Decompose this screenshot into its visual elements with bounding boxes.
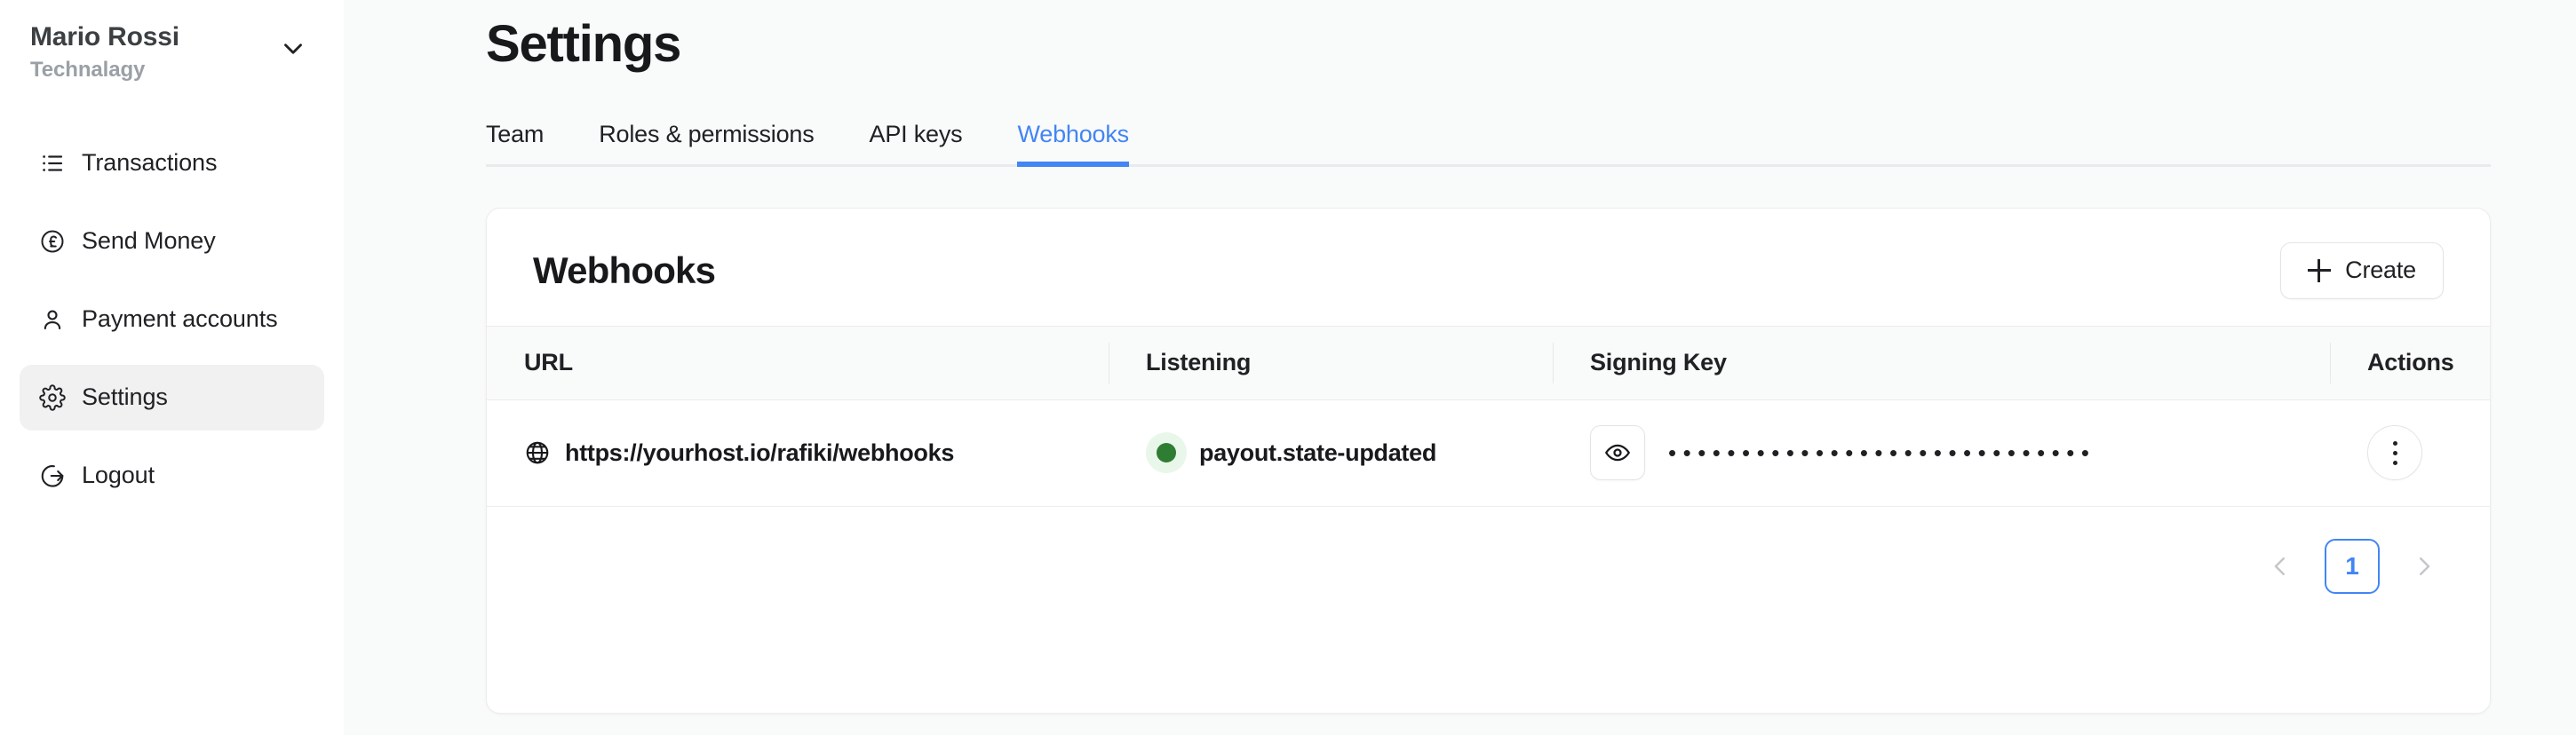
table-header-row: URL Listening Signing Key Actions — [487, 325, 2490, 400]
account-org: Technalagy — [30, 57, 146, 82]
kebab-menu-icon[interactable] — [2367, 425, 2422, 481]
eye-icon[interactable] — [1590, 425, 1645, 481]
list-icon — [39, 150, 66, 177]
create-button[interactable]: Create — [2280, 241, 2444, 299]
listening-event-label: payout.state-updated — [1199, 439, 1437, 466]
column-header-url: URL — [487, 327, 1109, 399]
gear-icon — [39, 383, 66, 411]
globe-icon — [524, 439, 551, 466]
sidebar-nav: Transactions Send Money Payment accounts — [0, 130, 344, 509]
cell-url: https://yourhost.io/rafiki/webhooks — [487, 400, 1109, 506]
account-switcher[interactable]: Mario Rossi Technalagy — [0, 0, 344, 83]
sidebar: Mario Rossi Technalagy Transactions Send… — [0, 0, 344, 735]
signing-key-masked: ••••••••••••••••••••••••••••• — [1668, 439, 2096, 467]
column-header-actions: Actions — [2330, 327, 2490, 399]
sidebar-item-send-money[interactable]: Send Money — [20, 209, 324, 274]
sidebar-item-label: Payment accounts — [82, 305, 278, 332]
webhooks-table: URL Listening Signing Key Actions https:… — [487, 325, 2490, 507]
column-divider — [2330, 342, 2331, 383]
settings-tabs: Team Roles & permissions API keys Webhoo… — [486, 110, 2491, 167]
sidebar-item-label: Settings — [82, 383, 168, 410]
user-icon — [39, 306, 66, 333]
column-header-label: Signing Key — [1590, 349, 1727, 376]
sidebar-item-settings[interactable]: Settings — [20, 364, 324, 431]
logout-icon — [39, 462, 66, 489]
sidebar-item-label: Logout — [82, 462, 155, 488]
app-root: Mario Rossi Technalagy Transactions Send… — [0, 0, 2576, 735]
pagination: 1 — [487, 507, 2490, 594]
table-row: https://yourhost.io/rafiki/webhooks payo… — [487, 400, 2490, 507]
plus-icon — [2308, 258, 2332, 282]
kebab-dot — [2392, 450, 2397, 455]
sidebar-item-label: Transactions — [82, 149, 218, 176]
account-text: Mario Rossi Technalagy — [30, 23, 179, 83]
tab-api-keys[interactable]: API keys — [870, 121, 963, 164]
tab-roles-permissions[interactable]: Roles & permissions — [599, 121, 814, 164]
column-header-listening: Listening — [1109, 327, 1553, 399]
account-name: Mario Rossi — [30, 22, 179, 51]
pagination-page-1[interactable]: 1 — [2325, 538, 2380, 594]
chevron-right-icon[interactable] — [2399, 541, 2449, 591]
card-header: Webhooks Create — [487, 209, 2490, 326]
webhooks-card: Webhooks Create URL Listening Signing Ke… — [486, 207, 2491, 714]
column-divider — [1553, 342, 1554, 383]
main-content: Settings Team Roles & permissions API ke… — [344, 0, 2576, 735]
sidebar-item-label: Send Money — [82, 227, 216, 254]
chevron-down-icon[interactable] — [278, 34, 308, 68]
create-button-label: Create — [2345, 257, 2416, 284]
page-title: Settings — [486, 15, 681, 73]
column-header-label: Listening — [1146, 349, 1252, 376]
tab-webhooks[interactable]: Webhooks — [1017, 121, 1130, 167]
card-title: Webhooks — [533, 249, 716, 291]
status-dot — [1157, 443, 1176, 463]
column-header-label: URL — [524, 349, 573, 376]
tab-team[interactable]: Team — [486, 121, 544, 164]
cell-actions — [2330, 400, 2490, 506]
sidebar-item-transactions[interactable]: Transactions — [20, 130, 324, 196]
webhook-url-text[interactable]: https://yourhost.io/rafiki/webhooks — [565, 439, 954, 467]
pound-circle-icon — [39, 228, 66, 255]
cell-listening: payout.state-updated — [1109, 400, 1553, 506]
sidebar-item-logout[interactable]: Logout — [20, 443, 324, 509]
chevron-left-icon[interactable] — [2255, 541, 2305, 591]
sidebar-item-payment-accounts[interactable]: Payment accounts — [20, 287, 324, 352]
status-indicator-icon — [1146, 432, 1187, 474]
cell-signing-key: ••••••••••••••••••••••••••••• — [1553, 400, 2330, 506]
kebab-dot — [2392, 440, 2397, 446]
kebab-dot — [2392, 460, 2397, 465]
column-header-signing-key: Signing Key — [1553, 327, 2330, 399]
column-header-label: Actions — [2367, 349, 2454, 376]
